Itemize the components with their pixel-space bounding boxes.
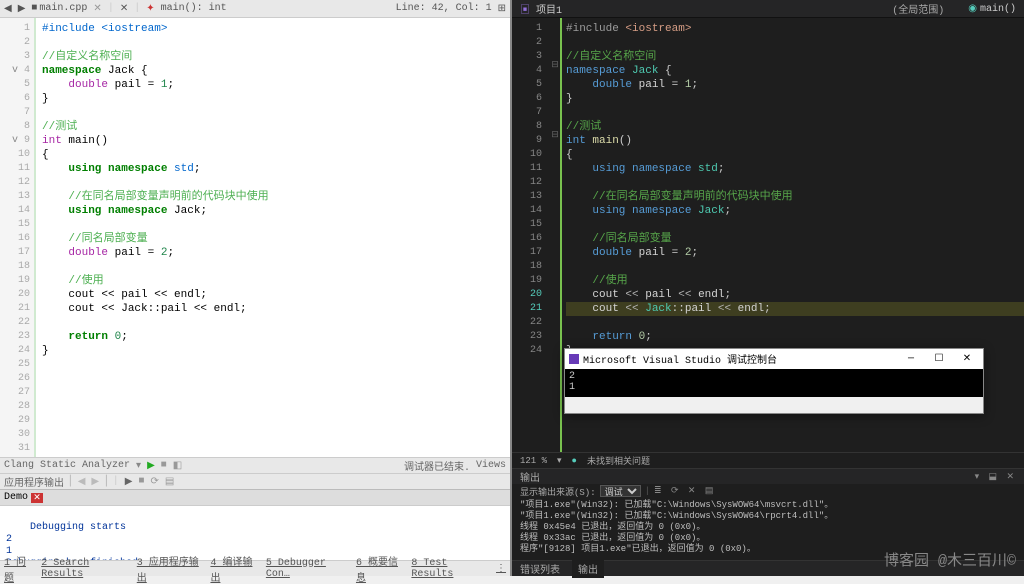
cpp-icon: ■ xyxy=(31,3,37,14)
stop-icon[interactable]: ■ xyxy=(161,460,167,471)
bottom-tab[interactable]: 8 Test Results xyxy=(411,558,488,580)
tool-icon[interactable]: ◧ xyxy=(173,460,182,472)
nav-arrows[interactable]: ◀ ▶ xyxy=(4,3,25,15)
vs-logo-icon xyxy=(569,354,579,364)
breadcrumb[interactable]: main(): int xyxy=(161,3,227,14)
stop-output-icon[interactable]: ■ xyxy=(139,476,145,487)
run-tab-label: Demo xyxy=(4,492,28,503)
close-icon[interactable]: ✕ xyxy=(955,353,979,365)
vs-line-gutter: 123456789101112131415161718192021222324 xyxy=(512,18,550,452)
analyzer-bar: Clang Static Analyzer ▾ ▶ ■ ◧ 调试器已结束. Vi… xyxy=(0,457,510,473)
output-header-label[interactable]: 输出 xyxy=(520,469,540,485)
bottom-tab[interactable]: 5 Debugger Con… xyxy=(266,558,348,580)
output-title: 应用程序输出 xyxy=(4,474,64,490)
output-tab[interactable]: 输出 xyxy=(572,560,604,578)
vs-bottom-tabbar: 错误列表 输出 xyxy=(512,560,1024,576)
code-area[interactable]: #include <iostream> //自定义名称空间namespace J… xyxy=(34,18,510,457)
output-tool-icons[interactable]: ≣ ⟳ ✕ ▤ xyxy=(654,486,715,496)
console-titlebar[interactable]: Microsoft Visual Studio 调试控制台 ─ ☐ ✕ xyxy=(565,349,983,369)
left-pane: ◀ ▶ ■ main.cpp ✕ | ✕ | ✦ main(): int Lin… xyxy=(0,0,512,576)
error-list-tab[interactable]: 错误列表 xyxy=(520,561,560,577)
zoom-level[interactable]: 121 % xyxy=(520,456,547,466)
issues-text: 未找到相关问题 xyxy=(587,454,650,467)
output-source-bar: 显示输出来源(S): 调试 | ≣ ⟳ ✕ ▤ xyxy=(512,484,1024,498)
right-pane: ▣ 项目1 (全局范围) ◉main() 1234567891011121314… xyxy=(512,0,1024,576)
scope-dropdown[interactable]: (全局范围) xyxy=(892,1,944,17)
output-panel-header: 输出 ▾ ⬓ ✕ xyxy=(512,468,1024,484)
prev-icon[interactable]: ▏◀ xyxy=(70,476,85,488)
run-tab[interactable]: Demo ✕ xyxy=(0,489,510,505)
bottom-tab[interactable]: 2 Search Results xyxy=(41,558,129,580)
console-scrollbar[interactable] xyxy=(565,397,983,413)
method-icon: ◉ xyxy=(968,4,977,15)
fold-column[interactable]: ⊟⊟ xyxy=(550,18,560,452)
bottom-tab[interactable]: 3 应用程序输出 xyxy=(137,553,203,584)
tab-filename: main.cpp xyxy=(39,3,87,14)
tab-close-icon[interactable]: ✕ xyxy=(93,3,101,15)
run-tab-close-icon[interactable]: ✕ xyxy=(31,493,43,503)
maximize-icon[interactable]: ☐ xyxy=(927,353,951,365)
run-icon[interactable]: ▶ xyxy=(147,460,155,472)
panel-close-icon[interactable]: ✕ xyxy=(1006,472,1016,482)
vs-output-text: "项目1.exe"(Win32): 已加载"C:\Windows\SysWOW6… xyxy=(512,498,1024,560)
left-toolbar: ◀ ▶ ■ main.cpp ✕ | ✕ | ✦ main(): int Lin… xyxy=(0,0,510,18)
function-dropdown[interactable]: ◉main() xyxy=(968,3,1016,15)
output-source-select[interactable]: 调试 xyxy=(600,485,641,497)
filter-icon[interactable]: ▤ xyxy=(165,476,174,488)
output-toolbar: 应用程序输出 ▏◀ ▶▕ | ▶ ■ ⟳ ▤ xyxy=(0,473,510,489)
bottom-tab[interactable]: 4 编译输出 xyxy=(210,553,257,584)
rerun-icon[interactable]: ▶ xyxy=(125,476,133,488)
output-source-label: 显示输出来源(S): xyxy=(520,485,596,498)
console-body: 2 1 xyxy=(565,369,983,397)
analyzer-label[interactable]: Clang Static Analyzer xyxy=(4,460,130,471)
minimize-icon[interactable]: ─ xyxy=(899,354,923,365)
editor-tab[interactable]: ■ main.cpp xyxy=(31,3,87,14)
project-tab[interactable]: ▣ 项目1 xyxy=(520,1,562,17)
next-icon[interactable]: ▶▕ xyxy=(91,476,106,488)
console-title: Microsoft Visual Studio 调试控制台 xyxy=(583,351,777,367)
vs-breadcrumb: ▣ 项目1 (全局范围) ◉main() xyxy=(512,0,1024,18)
cpp-proj-icon: ▣ xyxy=(520,6,530,17)
bookmark-icon[interactable]: ✦ xyxy=(146,3,154,15)
bottom-tab[interactable]: 6 概要信息 xyxy=(356,553,403,584)
bottom-tabbar: 1 问题2 Search Results3 应用程序输出4 编译输出5 Debu… xyxy=(0,560,510,576)
vs-code-editor[interactable]: 123456789101112131415161718192021222324 … xyxy=(512,18,1024,452)
line-col: Line: 42, Col: 1 xyxy=(396,3,492,14)
attach-icon[interactable]: ⟳ xyxy=(151,476,159,488)
views-link[interactable]: Views xyxy=(476,460,506,471)
pin-icon[interactable]: ▾ ⬓ xyxy=(975,472,999,482)
split-icon[interactable]: ✕ xyxy=(120,3,128,15)
sidebar-toggle-icon[interactable]: ⊞ xyxy=(498,3,506,15)
issues-ok-icon: ● xyxy=(572,456,577,466)
more-icon[interactable]: ⋮ xyxy=(496,563,506,575)
line-gutter: 123v 45678v 9101112131415161718192021222… xyxy=(0,18,34,457)
zoom-chevron-icon[interactable]: ▾ xyxy=(557,456,562,466)
left-code-editor[interactable]: 123v 45678v 9101112131415161718192021222… xyxy=(0,18,510,457)
vs-status-bar: 121 % ▾ ● 未找到相关问题 xyxy=(512,452,1024,468)
debugger-status: 调试器已结束. xyxy=(404,458,470,474)
debug-console-window[interactable]: Microsoft Visual Studio 调试控制台 ─ ☐ ✕ 2 1 xyxy=(564,348,984,414)
bottom-tab[interactable]: 1 问题 xyxy=(4,553,33,584)
